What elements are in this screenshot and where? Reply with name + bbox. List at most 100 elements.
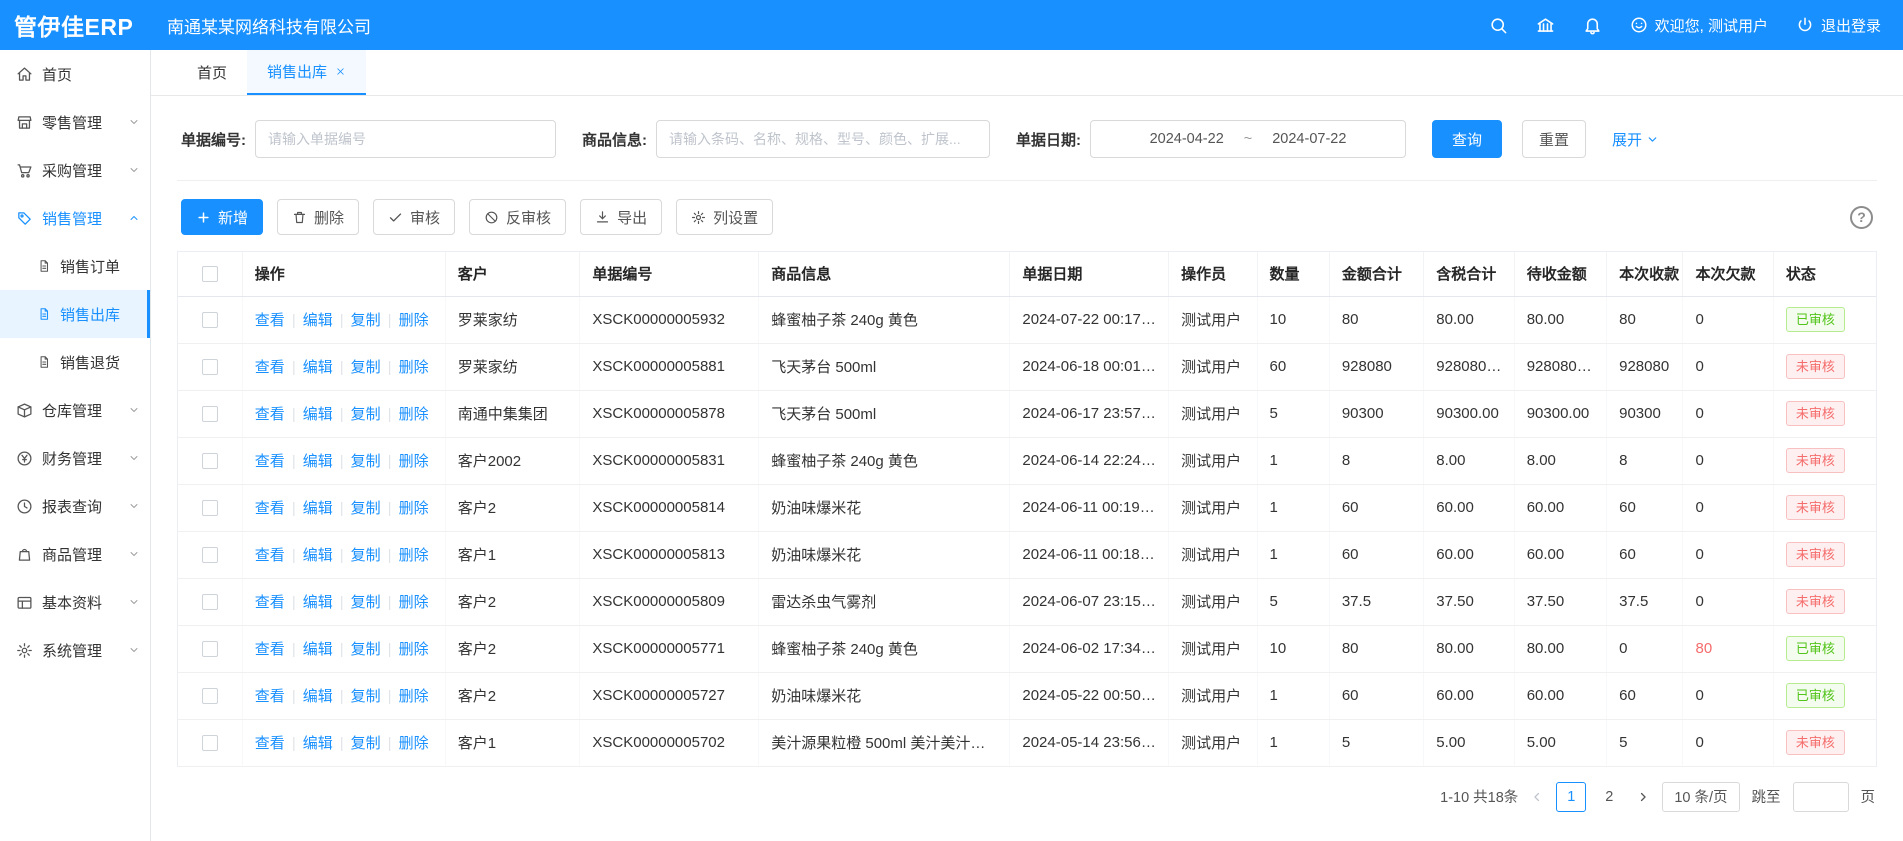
row-action-edit[interactable]: 编辑 — [303, 735, 333, 752]
sidebar-item-retail[interactable]: 零售管理 — [0, 98, 150, 146]
search-button[interactable]: 查询 — [1432, 120, 1502, 158]
row-action-copy[interactable]: 复制 — [351, 312, 381, 329]
row-action-delete[interactable]: 删除 — [399, 641, 429, 658]
sidebar-item-sales[interactable]: 销售管理 — [0, 194, 150, 242]
row-action-edit[interactable]: 编辑 — [303, 453, 333, 470]
row-action-copy[interactable]: 复制 — [351, 594, 381, 611]
row-checkbox[interactable] — [202, 453, 218, 469]
row-checkbox[interactable] — [202, 359, 218, 375]
sidebar-item-system[interactable]: 系统管理 — [0, 626, 150, 674]
row-action-view[interactable]: 查看 — [255, 735, 285, 752]
row-checkbox[interactable] — [202, 688, 218, 704]
help-icon[interactable]: ? — [1850, 206, 1873, 229]
row-action-edit[interactable]: 编辑 — [303, 406, 333, 423]
row-action-delete[interactable]: 删除 — [399, 359, 429, 376]
row-checkbox[interactable] — [202, 641, 218, 657]
row-action-view[interactable]: 查看 — [255, 406, 285, 423]
cell-date: 2024-06-14 22:24:51 — [1010, 437, 1169, 484]
product-info-input[interactable] — [656, 120, 990, 158]
reset-button[interactable]: 重置 — [1522, 120, 1586, 158]
company-name: 南通某某网络科技有限公司 — [167, 13, 371, 38]
row-action-delete[interactable]: 删除 — [399, 453, 429, 470]
prev-page-button[interactable] — [1530, 790, 1544, 804]
page-size-select[interactable]: 10 条/页 — [1662, 782, 1739, 812]
row-action-edit[interactable]: 编辑 — [303, 547, 333, 564]
date-end-value[interactable]: 2024-07-22 — [1272, 131, 1346, 147]
sidebar-item-basic[interactable]: 基本资料 — [0, 578, 150, 626]
app-logo[interactable]: 管伊佳ERP — [0, 8, 151, 42]
bell-icon[interactable] — [1583, 16, 1602, 35]
row-action-delete[interactable]: 删除 — [399, 547, 429, 564]
next-page-button[interactable] — [1636, 790, 1650, 804]
row-action-view[interactable]: 查看 — [255, 688, 285, 705]
building-icon[interactable] — [1536, 16, 1555, 35]
row-action-copy[interactable]: 复制 — [351, 500, 381, 517]
unaudit-button[interactable]: 反审核 — [469, 199, 566, 235]
row-checkbox[interactable] — [202, 312, 218, 328]
close-icon[interactable] — [335, 66, 346, 77]
add-button[interactable]: 新增 — [181, 199, 263, 235]
row-action-delete[interactable]: 删除 — [399, 406, 429, 423]
select-all-checkbox[interactable] — [202, 266, 218, 282]
cell-amount: 928080 — [1329, 343, 1423, 390]
row-action-edit[interactable]: 编辑 — [303, 594, 333, 611]
date-start-value[interactable]: 2024-04-22 — [1150, 131, 1224, 147]
row-action-view[interactable]: 查看 — [255, 547, 285, 564]
tab-home[interactable]: 首页 — [177, 50, 247, 95]
expand-link[interactable]: 展开 — [1612, 129, 1659, 150]
row-action-delete[interactable]: 删除 — [399, 500, 429, 517]
row-action-copy[interactable]: 复制 — [351, 359, 381, 376]
row-action-delete[interactable]: 删除 — [399, 594, 429, 611]
cell-bill-no: XSCK00000005727 — [580, 672, 759, 719]
welcome-user[interactable]: 欢迎您, 测试用户 — [1630, 15, 1768, 36]
bill-no-input[interactable] — [255, 120, 556, 158]
jump-page-input[interactable] — [1793, 782, 1849, 812]
row-action-delete[interactable]: 删除 — [399, 735, 429, 752]
row-action-view[interactable]: 查看 — [255, 594, 285, 611]
row-checkbox[interactable] — [202, 735, 218, 751]
row-action-copy[interactable]: 复制 — [351, 688, 381, 705]
sidebar-item-report[interactable]: 报表查询 — [0, 482, 150, 530]
sidebar-item-purchase[interactable]: 采购管理 — [0, 146, 150, 194]
row-action-delete[interactable]: 删除 — [399, 688, 429, 705]
row-checkbox[interactable] — [202, 406, 218, 422]
row-action-view[interactable]: 查看 — [255, 312, 285, 329]
row-action-copy[interactable]: 复制 — [351, 547, 381, 564]
sidebar-item-product[interactable]: 商品管理 — [0, 530, 150, 578]
sidebar-item-sales-return[interactable]: 销售退货 — [0, 338, 150, 386]
logout-button[interactable]: 退出登录 — [1796, 15, 1881, 36]
sidebar-item-finance[interactable]: 财务管理 — [0, 434, 150, 482]
delete-button[interactable]: 删除 — [277, 199, 359, 235]
row-action-edit[interactable]: 编辑 — [303, 312, 333, 329]
row-action-view[interactable]: 查看 — [255, 500, 285, 517]
row-action-copy[interactable]: 复制 — [351, 453, 381, 470]
export-button[interactable]: 导出 — [580, 199, 662, 235]
row-action-edit[interactable]: 编辑 — [303, 359, 333, 376]
row-checkbox[interactable] — [202, 547, 218, 563]
sidebar-item-warehouse[interactable]: 仓库管理 — [0, 386, 150, 434]
row-action-delete[interactable]: 删除 — [399, 312, 429, 329]
row-action-copy[interactable]: 复制 — [351, 406, 381, 423]
row-action-edit[interactable]: 编辑 — [303, 500, 333, 517]
search-icon[interactable] — [1489, 16, 1508, 35]
audit-button[interactable]: 审核 — [373, 199, 455, 235]
row-action-view[interactable]: 查看 — [255, 453, 285, 470]
sidebar-item-home[interactable]: 首页 — [0, 50, 150, 98]
row-action-copy[interactable]: 复制 — [351, 641, 381, 658]
row-action-view[interactable]: 查看 — [255, 359, 285, 376]
row-action-copy[interactable]: 复制 — [351, 735, 381, 752]
sidebar-item-sales-order[interactable]: 销售订单 — [0, 242, 150, 290]
row-action-edit[interactable]: 编辑 — [303, 641, 333, 658]
row-checkbox[interactable] — [202, 594, 218, 610]
row-checkbox[interactable] — [202, 500, 218, 516]
row-action-edit[interactable]: 编辑 — [303, 688, 333, 705]
date-range-picker[interactable]: 2024-04-22 ~ 2024-07-22 — [1090, 120, 1406, 158]
tab-sales-outbound[interactable]: 销售出库 — [247, 50, 366, 95]
column-settings-button[interactable]: 列设置 — [676, 199, 773, 235]
page-number-2[interactable]: 2 — [1594, 782, 1624, 812]
cell-customer: 客户2 — [445, 672, 580, 719]
sidebar-item-sales-outbound[interactable]: 销售出库 — [0, 290, 150, 338]
page-number-1[interactable]: 1 — [1556, 782, 1586, 812]
row-action-view[interactable]: 查看 — [255, 641, 285, 658]
cell-date: 2024-06-02 17:34:03 — [1010, 625, 1169, 672]
